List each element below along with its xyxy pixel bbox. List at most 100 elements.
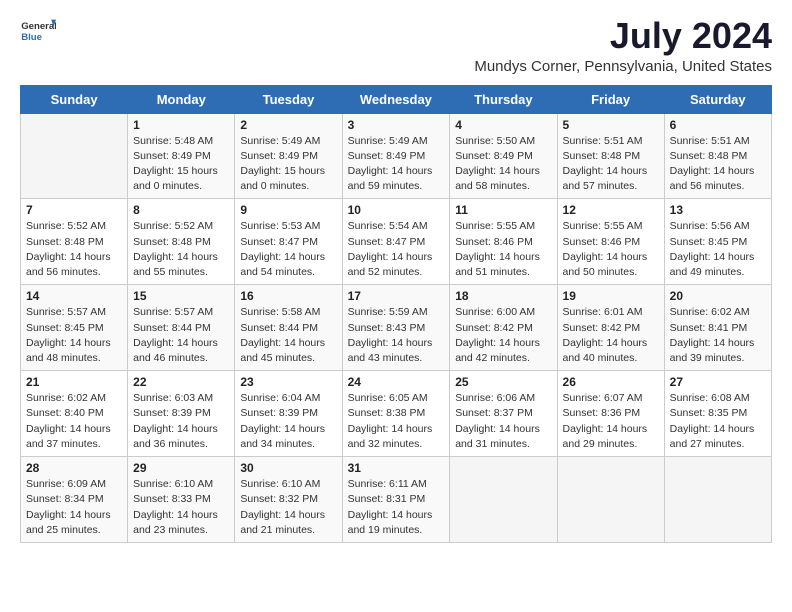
day-number: 23	[240, 375, 336, 389]
day-number: 4	[455, 118, 551, 132]
day-number: 15	[133, 289, 229, 303]
calendar-cell: 5Sunrise: 5:51 AMSunset: 8:48 PMDaylight…	[557, 113, 664, 199]
day-number: 9	[240, 203, 336, 217]
day-number: 27	[670, 375, 766, 389]
calendar-table: SundayMondayTuesdayWednesdayThursdayFrid…	[20, 85, 772, 543]
svg-text:Blue: Blue	[21, 32, 42, 43]
calendar-cell: 24 Sunrise: 6:05 AMSunset: 8:38 PMDayligh…	[342, 371, 450, 457]
day-info: Sunrise: 5:50 AMSunset: 8:49 PMDaylight:…	[455, 134, 551, 195]
week-row-3: 14Sunrise: 5:57 AMSunset: 8:45 PMDayligh…	[21, 285, 772, 371]
day-info: Sunrise: 6:07 AMSunset: 8:36 PMDaylight:…	[563, 391, 659, 452]
day-info: Sunrise: 6:10 AMSunset: 8:32 PMDaylight:…	[240, 477, 336, 538]
calendar-cell: 25 Sunrise: 6:06 AMSunset: 8:37 PMDayligh…	[450, 371, 557, 457]
day-number: 18	[455, 289, 551, 303]
calendar-cell: 19 Sunrise: 6:01 AMSunset: 8:42 PMDayligh…	[557, 285, 664, 371]
day-info: Sunrise: 6:01 AMSunset: 8:42 PMDaylight:…	[563, 305, 659, 366]
day-number: 8	[133, 203, 229, 217]
week-row-4: 21Sunrise: 6:02 AMSunset: 8:40 PMDayligh…	[21, 371, 772, 457]
day-info: Sunrise: 5:52 AMSunset: 8:48 PMDaylight:…	[133, 219, 229, 280]
day-number: 25	[455, 375, 551, 389]
day-number: 13	[670, 203, 766, 217]
day-number: 16	[240, 289, 336, 303]
day-info: Sunrise: 5:53 AMSunset: 8:47 PMDaylight:…	[240, 219, 336, 280]
calendar-cell: 20Sunrise: 6:02 AMSunset: 8:41 PMDayligh…	[664, 285, 771, 371]
day-number: 7	[26, 203, 122, 217]
header-day-saturday: Saturday	[664, 85, 771, 113]
header-day-friday: Friday	[557, 85, 664, 113]
day-info: Sunrise: 5:56 AMSunset: 8:45 PMDaylight:…	[670, 219, 766, 280]
day-number: 26	[563, 375, 659, 389]
calendar-cell	[664, 457, 771, 543]
week-row-1: 1Sunrise: 5:48 AMSunset: 8:49 PMDaylight…	[21, 113, 772, 199]
day-number: 19	[563, 289, 659, 303]
day-info: Sunrise: 6:11 AMSunset: 8:31 PMDaylight:…	[348, 477, 445, 538]
calendar-cell: 9 Sunrise: 5:53 AMSunset: 8:47 PMDaylight…	[235, 199, 342, 285]
day-info: Sunrise: 6:08 AMSunset: 8:35 PMDaylight:…	[670, 391, 766, 452]
calendar-cell: 1Sunrise: 5:48 AMSunset: 8:49 PMDaylight…	[128, 113, 235, 199]
header-day-monday: Monday	[128, 85, 235, 113]
calendar-cell: 18 Sunrise: 6:00 AMSunset: 8:42 PMDayligh…	[450, 285, 557, 371]
logo: General Blue	[20, 16, 56, 52]
day-info: Sunrise: 5:58 AMSunset: 8:44 PMDaylight:…	[240, 305, 336, 366]
calendar-cell: 22 Sunrise: 6:03 AMSunset: 8:39 PMDayligh…	[128, 371, 235, 457]
title-block: July 2024 Mundys Corner, Pennsylvania, U…	[474, 16, 772, 75]
day-info: Sunrise: 5:51 AMSunset: 8:48 PMDaylight:…	[670, 134, 766, 195]
calendar-cell: 27 Sunrise: 6:08 AMSunset: 8:35 PMDayligh…	[664, 371, 771, 457]
day-info: Sunrise: 6:05 AMSunset: 8:38 PMDaylight:…	[348, 391, 445, 452]
day-info: Sunrise: 5:57 AMSunset: 8:44 PMDaylight:…	[133, 305, 229, 366]
day-number: 28	[26, 461, 122, 475]
header-day-sunday: Sunday	[21, 85, 128, 113]
svg-text:General: General	[21, 21, 56, 32]
calendar-cell: 31 Sunrise: 6:11 AMSunset: 8:31 PMDayligh…	[342, 457, 450, 543]
calendar-cell	[557, 457, 664, 543]
day-number: 21	[26, 375, 122, 389]
day-number: 3	[348, 118, 445, 132]
day-number: 2	[240, 118, 336, 132]
calendar-cell: 23 Sunrise: 6:04 AMSunset: 8:39 PMDayligh…	[235, 371, 342, 457]
day-info: Sunrise: 5:49 AMSunset: 8:49 PMDaylight:…	[348, 134, 445, 195]
day-number: 20	[670, 289, 766, 303]
week-row-5: 28Sunrise: 6:09 AMSunset: 8:34 PMDayligh…	[21, 457, 772, 543]
calendar-cell: 4 Sunrise: 5:50 AMSunset: 8:49 PMDaylight…	[450, 113, 557, 199]
day-number: 22	[133, 375, 229, 389]
calendar-cell: 15 Sunrise: 5:57 AMSunset: 8:44 PMDayligh…	[128, 285, 235, 371]
calendar-cell: 12Sunrise: 5:55 AMSunset: 8:46 PMDayligh…	[557, 199, 664, 285]
calendar-cell: 6 Sunrise: 5:51 AMSunset: 8:48 PMDaylight…	[664, 113, 771, 199]
calendar-cell: 10Sunrise: 5:54 AMSunset: 8:47 PMDayligh…	[342, 199, 450, 285]
calendar-cell	[21, 113, 128, 199]
calendar-cell: 3 Sunrise: 5:49 AMSunset: 8:49 PMDaylight…	[342, 113, 450, 199]
header-day-tuesday: Tuesday	[235, 85, 342, 113]
calendar-cell: 11Sunrise: 5:55 AMSunset: 8:46 PMDayligh…	[450, 199, 557, 285]
day-number: 12	[563, 203, 659, 217]
day-number: 24	[348, 375, 445, 389]
main-title: July 2024	[474, 16, 772, 56]
day-info: Sunrise: 6:03 AMSunset: 8:39 PMDaylight:…	[133, 391, 229, 452]
day-number: 29	[133, 461, 229, 475]
logo-svg: General Blue	[20, 16, 56, 52]
week-row-2: 7 Sunrise: 5:52 AMSunset: 8:48 PMDaylight…	[21, 199, 772, 285]
calendar-cell: 7 Sunrise: 5:52 AMSunset: 8:48 PMDaylight…	[21, 199, 128, 285]
calendar-cell: 16 Sunrise: 5:58 AMSunset: 8:44 PMDayligh…	[235, 285, 342, 371]
calendar-cell: 14Sunrise: 5:57 AMSunset: 8:45 PMDayligh…	[21, 285, 128, 371]
calendar-cell: 8 Sunrise: 5:52 AMSunset: 8:48 PMDaylight…	[128, 199, 235, 285]
calendar-cell: 26 Sunrise: 6:07 AMSunset: 8:36 PMDayligh…	[557, 371, 664, 457]
day-number: 6	[670, 118, 766, 132]
header-day-thursday: Thursday	[450, 85, 557, 113]
calendar-cell: 2 Sunrise: 5:49 AMSunset: 8:49 PMDaylight…	[235, 113, 342, 199]
day-info: Sunrise: 6:04 AMSunset: 8:39 PMDaylight:…	[240, 391, 336, 452]
day-info: Sunrise: 5:52 AMSunset: 8:48 PMDaylight:…	[26, 219, 122, 280]
day-number: 14	[26, 289, 122, 303]
day-info: Sunrise: 5:54 AMSunset: 8:47 PMDaylight:…	[348, 219, 445, 280]
day-info: Sunrise: 6:10 AMSunset: 8:33 PMDaylight:…	[133, 477, 229, 538]
day-info: Sunrise: 6:00 AMSunset: 8:42 PMDaylight:…	[455, 305, 551, 366]
calendar-header-row: SundayMondayTuesdayWednesdayThursdayFrid…	[21, 85, 772, 113]
day-number: 5	[563, 118, 659, 132]
day-number: 31	[348, 461, 445, 475]
day-info: Sunrise: 5:49 AMSunset: 8:49 PMDaylight:…	[240, 134, 336, 195]
day-info: Sunrise: 5:59 AMSunset: 8:43 PMDaylight:…	[348, 305, 445, 366]
day-number: 11	[455, 203, 551, 217]
day-info: Sunrise: 6:06 AMSunset: 8:37 PMDaylight:…	[455, 391, 551, 452]
calendar-cell: 21Sunrise: 6:02 AMSunset: 8:40 PMDayligh…	[21, 371, 128, 457]
calendar-cell: 17Sunrise: 5:59 AMSunset: 8:43 PMDayligh…	[342, 285, 450, 371]
calendar-cell	[450, 457, 557, 543]
